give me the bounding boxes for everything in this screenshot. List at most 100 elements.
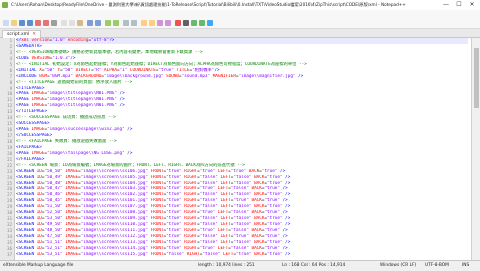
code-token: BACK: [248, 198, 262, 204]
stop-macro-icon[interactable]: [183, 19, 189, 26]
tab-close-icon[interactable]: ✕: [32, 32, 36, 37]
show-all-chars-icon[interactable]: [157, 19, 163, 26]
code-token: />: [282, 192, 291, 198]
close-button[interactable]: ✕: [466, 0, 478, 10]
code-token: "false": [166, 251, 185, 257]
code-token: LEFT: [217, 222, 231, 228]
code-token: />: [214, 67, 220, 73]
cut-icon[interactable]: [61, 19, 67, 26]
save-all-icon[interactable]: [27, 19, 33, 26]
replace-icon[interactable]: [113, 19, 119, 26]
code-token: RIGHT: [181, 204, 198, 210]
code-token: />: [282, 216, 291, 222]
save-macro-icon[interactable]: [207, 19, 213, 26]
code-token: BACK: [246, 168, 260, 174]
copy-icon[interactable]: [69, 19, 75, 26]
code-token: "image\\screen\\ss106.jpg": [80, 168, 148, 174]
open-file-icon[interactable]: [11, 19, 17, 26]
code-token: "true": [267, 174, 283, 180]
code-token: "image\\screen\\ss104.jpg": [80, 180, 148, 186]
code-token: BACK: [251, 174, 265, 180]
notepadpp-app-icon: [2, 2, 8, 8]
code-token: "true": [264, 198, 280, 204]
code-token: ID: [34, 204, 42, 210]
run-macro-multiple-icon[interactable]: [199, 19, 205, 26]
new-file-icon[interactable]: [3, 19, 9, 26]
editor[interactable]: 1 2 3 4 5 6 7 8 9 10 11 12 13 14 15 16 17 18 19 20 21 22 23 24 2…: [0, 38, 480, 260]
code-token: "image\\screen\\ss115.jpg": [80, 251, 148, 257]
sync-scroll-icon[interactable]: [141, 19, 147, 26]
code-token: "image\\screen\\ss114.jpg": [80, 245, 148, 251]
vertical-scrollbar[interactable]: [471, 38, 480, 260]
code-token: "false": [199, 174, 218, 180]
close-file-icon[interactable]: [35, 19, 41, 26]
maximize-button[interactable]: ☐: [453, 0, 465, 10]
code-token: />: [282, 204, 291, 210]
code-line[interactable]: <SCREEN ID="53_51" IMAGE="image\\screen\…: [16, 252, 468, 258]
code-token: BACKGROUND: [72, 73, 102, 79]
code-token: </FAILPAGE>: [16, 156, 45, 162]
code-token: "true": [233, 198, 249, 204]
redo-icon[interactable]: [95, 19, 101, 26]
code-token: <PAGE: [16, 91, 29, 97]
paste-icon[interactable]: [77, 19, 83, 26]
zoom-in-icon[interactable]: [123, 19, 129, 26]
code-token: "false": [233, 204, 252, 210]
code-token: "image\\screen\\ss103.jpg": [80, 186, 148, 192]
code-token: "false": [199, 239, 218, 245]
code-token: "1.0.3": [52, 55, 71, 61]
code-token: ID: [34, 216, 42, 222]
find-icon[interactable]: [105, 19, 111, 26]
code-token: IMAGE: [62, 233, 79, 239]
save-icon[interactable]: [19, 19, 25, 26]
code-token: FRONT: [147, 233, 164, 239]
code-token: />: [282, 180, 291, 186]
code-token: FRONT: [147, 192, 164, 198]
code-token: VERSION: [28, 55, 50, 61]
word-wrap-icon[interactable]: [149, 19, 155, 26]
code-token: <SCREEN: [16, 210, 35, 216]
code-token: "true": [166, 168, 182, 174]
indent-guide-icon[interactable]: [165, 19, 171, 26]
undo-icon[interactable]: [87, 19, 93, 26]
code-token: "image\\screen\\ss113.jpg": [80, 239, 148, 245]
code-token: BGM: [36, 73, 48, 79]
code-area[interactable]: <?xml version="1.0" encoding="utf-8"?> <G…: [16, 38, 468, 260]
record-macro-icon[interactable]: [175, 19, 181, 26]
code-token: IMAGE: [28, 97, 45, 103]
code-token: "true": [166, 174, 182, 180]
code-token: <SCREEN: [16, 222, 35, 228]
code-token: ?>: [109, 38, 115, 43]
code-token: ID: [34, 198, 42, 204]
code-token: RIGHT: [181, 192, 198, 198]
code-token: "false": [230, 245, 249, 251]
code-token: "BGM.mp3": [49, 73, 73, 79]
code-token: LEFT: [220, 251, 234, 257]
minimize-button[interactable]: —: [440, 0, 452, 10]
code-token: FRONT: [147, 228, 164, 233]
code-token: <SCREEN: [16, 180, 35, 186]
code-token: "47_50": [44, 233, 63, 239]
print-icon[interactable]: [51, 19, 57, 26]
code-token: <SCREEN: [16, 204, 35, 210]
code-token: />: [282, 239, 291, 245]
close-all-icon[interactable]: [43, 19, 49, 26]
line-number: 37: [7, 251, 12, 257]
code-token: "50_50": [44, 168, 63, 174]
scrollbar-thumb[interactable]: [473, 48, 479, 108]
code-token: "true": [166, 245, 182, 251]
code-token: LEFT: [217, 198, 231, 204]
code-token: "false": [199, 233, 218, 239]
code-token: <PAGE: [16, 103, 29, 109]
code-token: <!-- <TITLEPAGE 遊戲開始前的頁面：依序放入圖片 -->: [16, 79, 133, 85]
code-token: />: [70, 55, 76, 61]
code-token: "image\\successpage\\win2.png": [47, 127, 125, 133]
code-token: RIGHT: [181, 228, 198, 233]
code-token: "image\\screen\\ss112.jpg": [80, 233, 148, 239]
play-macro-icon[interactable]: [191, 19, 197, 26]
code-token: />: [116, 103, 125, 109]
code-token: "true": [264, 228, 280, 233]
zoom-out-icon[interactable]: [131, 19, 137, 26]
tab-script-xml[interactable]: script.xml ✕: [2, 30, 42, 38]
code-token: <SCREEN: [16, 174, 35, 180]
